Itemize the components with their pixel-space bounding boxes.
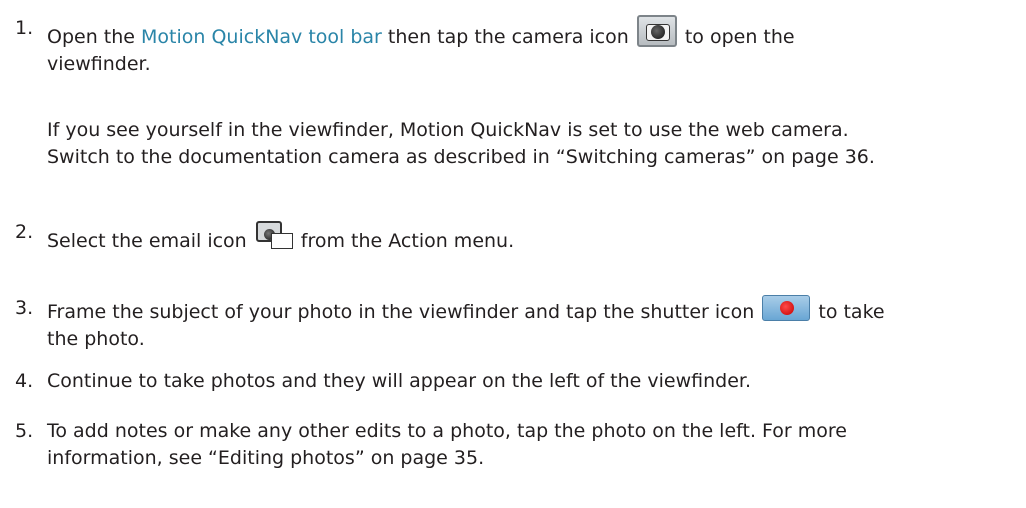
step-text: Open the [47,26,142,48]
step-4-text: Continue to take photos and they will ap… [47,370,752,392]
note-line-1: If you see yourself in the viewfinder, M… [47,119,849,141]
step-5-line-1: To add notes or make any other edits to … [47,420,847,442]
step-5-line-2: information, see “Editing photos” on pag… [47,447,485,469]
step-text: Frame the subject of your photo in the v… [47,301,761,323]
step-1-line-1: Open the Motion QuickNav tool bar then t… [47,15,1007,51]
step-1-line-2: viewfinder. [47,53,151,75]
step-text: to take [812,301,885,323]
motion-quicknav-toolbar-link[interactable]: Motion QuickNav tool bar [141,26,382,48]
step-number: 2. [15,221,34,243]
step-text: then tap the camera icon [381,26,635,48]
step-text: from the Action menu. [294,230,515,252]
step-text: to open the [678,26,795,48]
step-text: Select the email icon [47,230,253,252]
step-3-line-2: the photo. [47,328,145,350]
step-3-line-1: Frame the subject of your photo in the v… [47,295,1007,326]
camera-icon [636,15,677,47]
step-number: 5. [15,420,34,442]
step-number: 4. [15,370,34,392]
step-number: 1. [15,17,34,39]
camera-email-icon [255,219,293,249]
shutter-icon [762,295,811,321]
note-line-2: Switch to the documentation camera as de… [47,146,875,168]
step-number: 3. [15,297,34,319]
